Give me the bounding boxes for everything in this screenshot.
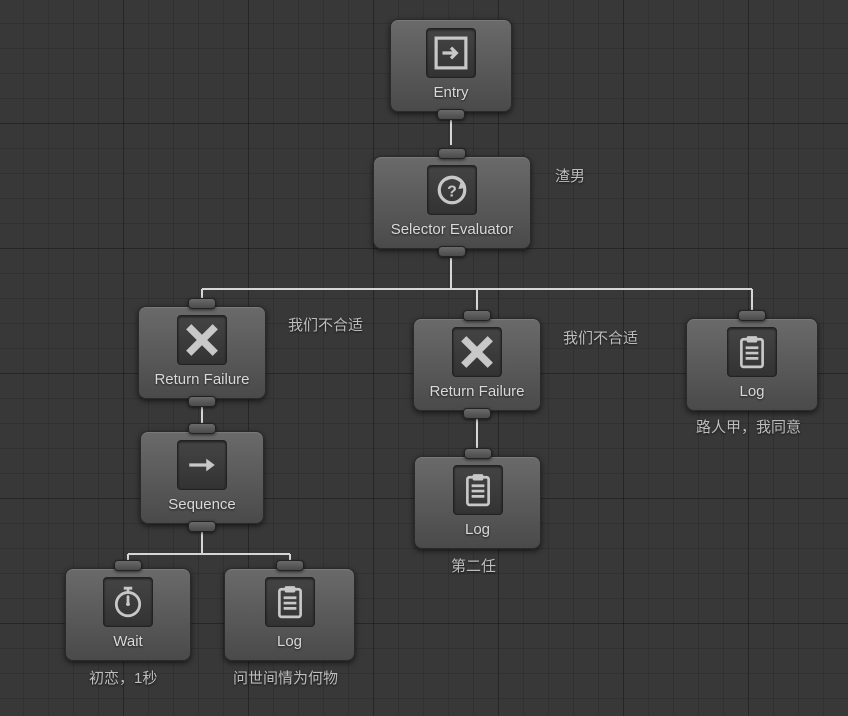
behavior-tree-canvas[interactable]: Entry ? Selector Evaluator 渣男 Return Fai…: [0, 0, 848, 716]
port-in[interactable]: [463, 310, 491, 321]
sequence-label: Sequence: [168, 496, 236, 513]
log-node-1[interactable]: Log: [224, 568, 355, 661]
port-out[interactable]: [438, 246, 466, 257]
wait-comment: 初恋，1秒: [89, 667, 157, 688]
log-3-comment: 路人甲，我同意: [696, 416, 801, 437]
port-out[interactable]: [188, 396, 216, 407]
port-out[interactable]: [437, 109, 465, 120]
log-label: Log: [277, 633, 302, 650]
port-out[interactable]: [463, 408, 491, 419]
x-icon: [452, 327, 502, 377]
log-label: Log: [739, 383, 764, 400]
return-failure-1-comment: 我们不合适: [288, 314, 363, 335]
wait-node[interactable]: Wait: [65, 568, 191, 661]
entry-node[interactable]: Entry: [390, 19, 512, 112]
port-in[interactable]: [188, 423, 216, 434]
clipboard-icon: [453, 465, 503, 515]
arrow-right-icon: [177, 440, 227, 490]
stopwatch-icon: [103, 577, 153, 627]
selector-evaluator-node[interactable]: ? Selector Evaluator: [373, 156, 531, 249]
sequence-node[interactable]: Sequence: [140, 431, 264, 524]
port-in[interactable]: [438, 148, 466, 159]
entry-label: Entry: [433, 84, 468, 101]
selector-evaluator-comment: 渣男: [555, 165, 585, 186]
port-in[interactable]: [738, 310, 766, 321]
return-failure-2-comment: 我们不合适: [563, 327, 638, 348]
port-in[interactable]: [188, 298, 216, 309]
port-in[interactable]: [464, 448, 492, 459]
svg-text:?: ?: [447, 183, 457, 200]
selector-evaluator-icon: ?: [427, 165, 477, 215]
port-in[interactable]: [114, 560, 142, 571]
wait-label: Wait: [113, 633, 142, 650]
selector-evaluator-label: Selector Evaluator: [391, 221, 514, 238]
log-1-comment: 问世间情为何物: [233, 667, 338, 688]
entry-icon: [426, 28, 476, 78]
return-failure-node-1[interactable]: Return Failure: [138, 306, 266, 399]
clipboard-icon: [727, 327, 777, 377]
return-failure-label: Return Failure: [154, 371, 249, 388]
port-in[interactable]: [276, 560, 304, 571]
log-2-comment: 第二任: [451, 555, 496, 576]
log-node-3[interactable]: Log: [686, 318, 818, 411]
return-failure-label: Return Failure: [429, 383, 524, 400]
port-out[interactable]: [188, 521, 216, 532]
return-failure-node-2[interactable]: Return Failure: [413, 318, 541, 411]
clipboard-icon: [265, 577, 315, 627]
log-label: Log: [465, 521, 490, 538]
log-node-2[interactable]: Log: [414, 456, 541, 549]
x-icon: [177, 315, 227, 365]
